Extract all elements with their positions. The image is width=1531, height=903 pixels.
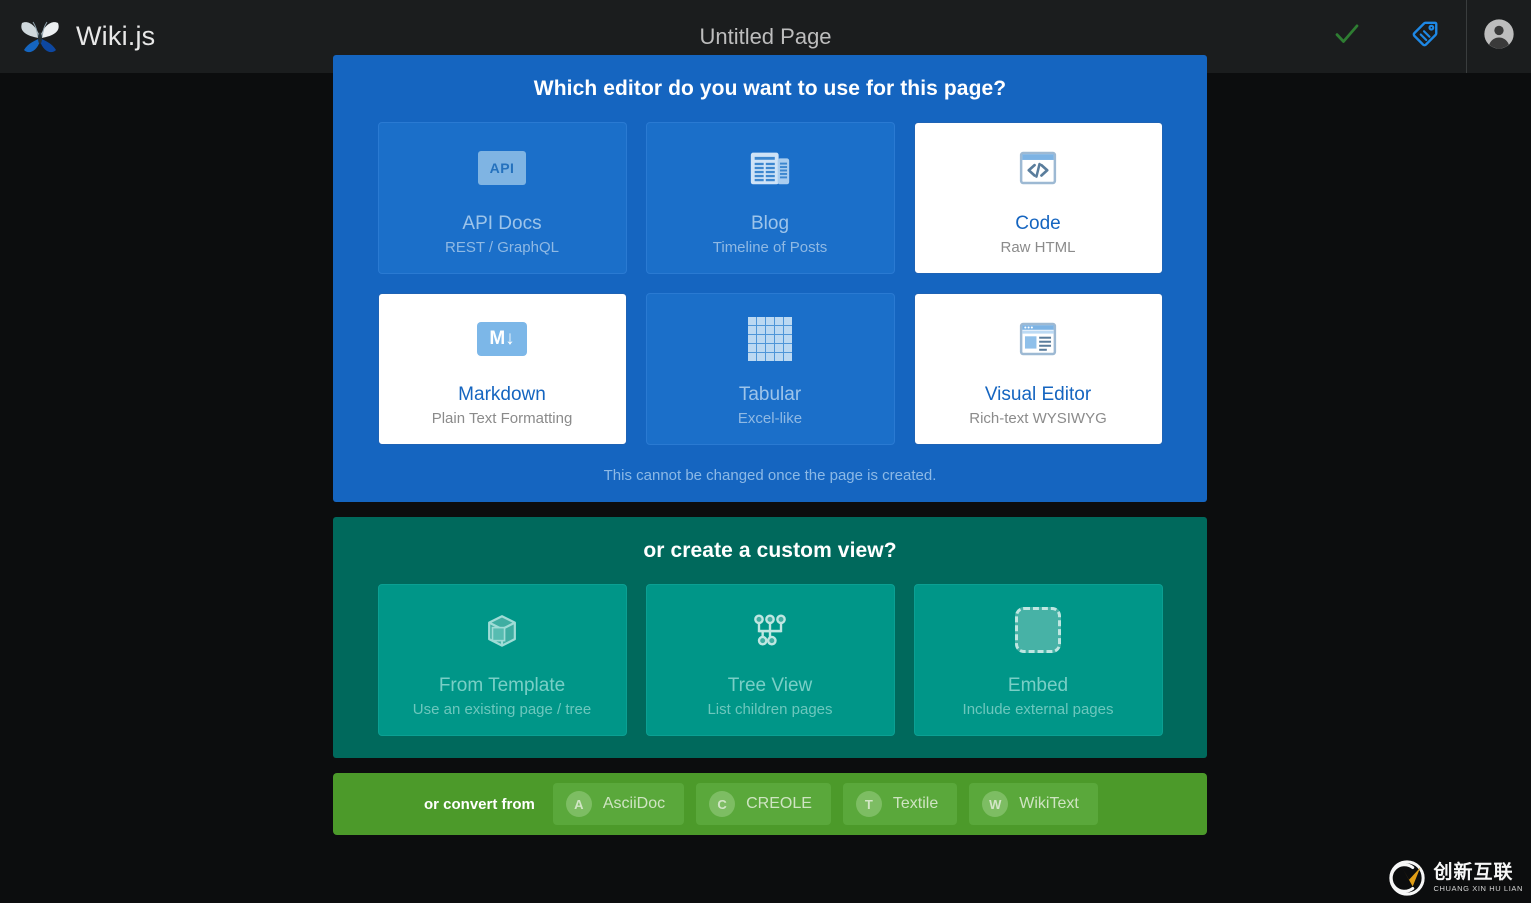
convert-panel: or convert from A AsciiDoc C CREOLE T Te… — [333, 773, 1207, 835]
convert-button-label: WikiText — [1019, 795, 1079, 812]
convert-button-wikitext[interactable]: W WikiText — [969, 783, 1098, 825]
custom-view-panel: or create a custom view? From Template U… — [333, 517, 1207, 758]
convert-label: or convert from — [424, 795, 535, 813]
convert-button-textile[interactable]: T Textile — [842, 783, 958, 825]
markdown-badge-icon: M↓ — [477, 311, 527, 367]
editor-card-title: API Docs — [462, 213, 542, 235]
convert-button-label: Textile — [892, 795, 939, 812]
convert-button-label: AsciiDoc — [602, 795, 666, 812]
editor-card-subtitle: REST / GraphQL — [445, 238, 559, 256]
custom-card-title: Tree View — [727, 675, 813, 697]
newspaper-icon — [747, 140, 793, 196]
custom-card-tree-view[interactable]: Tree View List children pages — [645, 584, 895, 736]
wikijs-butterfly-logo-icon — [18, 17, 62, 57]
dashed-square-icon — [1015, 602, 1061, 658]
convert-button-creole[interactable]: C CREOLE — [696, 783, 831, 825]
editor-card-code[interactable]: Code Raw HTML — [913, 122, 1163, 274]
tags-button[interactable] — [1386, 0, 1464, 73]
editor-card-title: Tabular — [738, 384, 802, 406]
custom-card-from-template[interactable]: From Template Use an existing page / tre… — [377, 584, 627, 736]
account-button[interactable] — [1467, 0, 1531, 73]
editor-card-api-docs[interactable]: API API Docs REST / GraphQL — [377, 122, 627, 274]
editor-card-tabular[interactable]: Tabular Excel-like — [645, 293, 895, 445]
save-check-button[interactable] — [1308, 0, 1386, 73]
wysiwyg-window-icon — [1015, 311, 1061, 367]
account-circle-icon — [1483, 18, 1515, 55]
editor-panel: Which editor do you want to use for this… — [333, 55, 1207, 502]
convert-button-asciidoc[interactable]: A AsciiDoc — [552, 783, 685, 825]
tag-icon — [1410, 19, 1440, 54]
editor-card-subtitle: Timeline of Posts — [712, 238, 828, 256]
check-icon — [1332, 19, 1362, 54]
watermark-cn: 创新互联 — [1433, 862, 1514, 884]
watermark-text: 创新互联 CHUANG XIN HU LIAN — [1433, 863, 1523, 893]
editor-card-title: Visual Editor — [984, 384, 1092, 406]
editor-card-blog[interactable]: Blog Timeline of Posts — [645, 122, 895, 274]
editor-selection-dialog: Which editor do you want to use for this… — [333, 55, 1207, 835]
custom-card-title: From Template — [438, 675, 566, 697]
editor-card-title: Code — [1015, 213, 1061, 235]
editor-panel-note: This cannot be changed once the page is … — [603, 467, 937, 484]
asciidoc-badge-icon: A — [565, 791, 592, 817]
table-grid-icon — [748, 311, 792, 367]
textile-badge-icon: T — [855, 791, 882, 817]
watermark-en: CHUANG XIN HU LIAN — [1433, 884, 1523, 894]
page-title: Untitled Page — [699, 23, 832, 49]
editor-card-subtitle: Plain Text Formatting — [431, 409, 573, 427]
convert-buttons: A AsciiDoc C CREOLE T Textile W WikiText — [552, 783, 1098, 825]
brand-name: Wiki.js — [76, 21, 156, 51]
custom-card-subtitle: Include external pages — [962, 700, 1114, 718]
editor-card-subtitle: Excel-like — [737, 409, 803, 427]
cube-icon — [480, 602, 524, 658]
topbar-actions — [1308, 0, 1531, 73]
editor-card-subtitle: Rich-text WYSIWYG — [969, 409, 1107, 427]
watermark-logo-icon — [1388, 859, 1426, 897]
editor-card-grid: API API Docs REST / GraphQL Blog Timelin… — [333, 122, 1207, 445]
custom-card-title: Embed — [1007, 675, 1069, 697]
wikitext-badge-icon: W — [982, 791, 1009, 817]
brand[interactable]: Wiki.js — [0, 17, 155, 57]
custom-card-subtitle: List children pages — [707, 700, 833, 718]
api-badge-icon: API — [478, 140, 526, 196]
editor-card-title: Blog — [750, 213, 790, 235]
custom-card-embed[interactable]: Embed Include external pages — [913, 584, 1163, 736]
editor-card-title: Markdown — [458, 384, 546, 406]
convert-button-label: CREOLE — [746, 795, 812, 812]
custom-view-heading: or create a custom view? — [643, 539, 897, 562]
custom-card-subtitle: Use an existing page / tree — [412, 700, 592, 718]
editor-card-markdown[interactable]: M↓ Markdown Plain Text Formatting — [377, 293, 627, 445]
editor-panel-heading: Which editor do you want to use for this… — [533, 77, 1007, 100]
creole-badge-icon: C — [709, 791, 736, 817]
custom-view-card-grid: From Template Use an existing page / tre… — [333, 584, 1207, 736]
watermark: 创新互联 CHUANG XIN HU LIAN — [1388, 859, 1523, 897]
editor-card-visual-editor[interactable]: Visual Editor Rich-text WYSIWYG — [913, 293, 1163, 445]
editor-card-subtitle: Raw HTML — [1000, 238, 1076, 256]
code-tags-icon — [1015, 140, 1061, 196]
sitemap-icon — [748, 602, 792, 658]
